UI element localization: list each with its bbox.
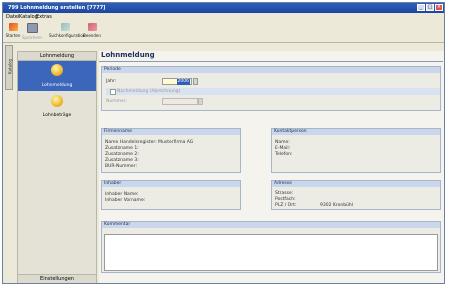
sidebar-footer[interactable]: Einstellungen	[18, 274, 96, 283]
kommentar-header: Kommentar	[102, 222, 440, 228]
firmenname-header: Firmenname	[102, 129, 240, 135]
sidebar: Lohnmeldung Lohnmeldung Lohnbeträge Eins…	[17, 51, 97, 283]
exit-button[interactable]: Beenden	[83, 22, 101, 41]
jahr-input[interactable]: 2006	[162, 78, 192, 85]
coin-icon	[51, 95, 63, 107]
search-config-icon	[60, 23, 70, 31]
adresse-header: Adresse	[272, 181, 440, 187]
title-divider	[99, 61, 443, 62]
menu-datei[interactable]: Datei	[6, 13, 19, 21]
catalog-side-tab[interactable]: Katalog	[5, 45, 13, 90]
page-title: Lohnmeldung	[101, 51, 155, 59]
nummer-select[interactable]	[162, 98, 198, 105]
start-icon	[8, 23, 18, 31]
sidebar-item-lohnbetraege[interactable]: Lohnbeträge	[18, 93, 96, 121]
nummer-label: Nummer:	[106, 99, 128, 104]
search-config-button[interactable]: Suchkonfiguration	[49, 22, 85, 41]
nachmeldung-checkbox[interactable]	[110, 89, 116, 95]
save-button[interactable]: Speichern	[21, 22, 43, 41]
jahr-label: Jahr:	[106, 79, 117, 84]
save-icon	[26, 23, 38, 33]
title-bar[interactable]: 799 Lohnmeldung erstellen [7777] _ □ ×	[3, 3, 444, 13]
kontaktperson-header: Kontaktperson	[272, 129, 440, 135]
menu-extras[interactable]: Extras	[36, 13, 52, 21]
nachmeldung-row: Nachmeldung (Abrechnung)	[106, 88, 440, 95]
adresse-section: Adresse Strasse: Postfach: PLZ / Ort: 93…	[271, 180, 441, 210]
coin-icon	[51, 64, 63, 76]
main-panel: Lohnmeldung Periode Jahr: 2006 Nachmeldu…	[99, 51, 444, 283]
start-button[interactable]: Starten	[5, 22, 21, 41]
window-title: 799 Lohnmeldung erstellen [7777]	[8, 5, 106, 11]
inhaber-header: Inhaber	[102, 181, 240, 187]
jahr-spinner[interactable]	[193, 78, 198, 85]
minimize-button[interactable]: _	[417, 4, 425, 11]
maximize-button[interactable]: □	[426, 4, 434, 11]
periode-section: Periode Jahr: 2006 Nachmeldung (Abrechnu…	[101, 66, 441, 111]
close-button[interactable]: ×	[435, 4, 443, 11]
application-window: 799 Lohnmeldung erstellen [7777] _ □ × D…	[2, 2, 445, 284]
menu-bar: Datei Katalog Extras	[3, 13, 444, 21]
sidebar-header[interactable]: Lohnmeldung	[18, 52, 96, 61]
exit-icon	[87, 23, 97, 31]
ort-value: 9302 Kronbühl	[320, 203, 354, 208]
kontaktperson-section: Kontaktperson Name: E-Mail: Telefon:	[271, 128, 441, 173]
kommentar-section: Kommentar	[101, 221, 441, 273]
periode-header: Periode	[102, 67, 440, 73]
inhaber-section: Inhaber Inhaber Name: Inhaber Vorname:	[101, 180, 241, 210]
firmenname-section: Firmenname Name Handelsregister: Musterf…	[101, 128, 241, 173]
nummer-spinner[interactable]	[198, 98, 203, 105]
sidebar-item-lohnmeldung[interactable]: Lohnmeldung	[18, 61, 96, 91]
kommentar-textarea[interactable]	[104, 234, 438, 271]
toolbar: Starten Speichern Suchkonfiguration Been…	[3, 21, 444, 43]
